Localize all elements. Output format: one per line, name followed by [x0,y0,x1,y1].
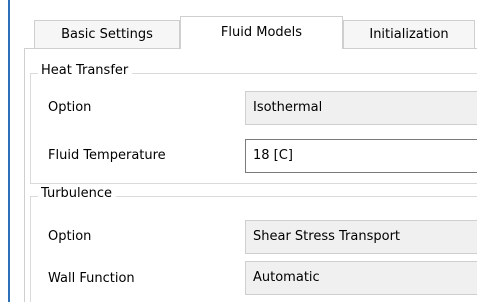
fluid-temperature-label: Fluid Temperature [48,148,166,163]
tab-bar: Basic Settings Fluid Models Initializati… [34,16,477,49]
fluid-temperature-input[interactable]: 18 [C] [245,139,477,173]
heat-transfer-option-label: Option [48,100,92,115]
tab-basic-settings[interactable]: Basic Settings [34,20,180,48]
heat-transfer-option-select[interactable]: Isothermal [245,91,477,125]
turbulence-group-title[interactable]: Turbulence [38,185,117,203]
turbulence-option-label: Option [48,229,92,244]
wall-function-label: Wall Function [48,271,135,286]
tab-initialization[interactable]: Initialization [343,20,475,48]
heat-transfer-group-title[interactable]: Heat Transfer [38,62,133,80]
fluid-models-dialog: Basic Settings Fluid Models Initializati… [0,0,477,302]
tab-fluid-models[interactable]: Fluid Models [180,16,343,49]
window-edge [8,0,10,302]
turbulence-option-select[interactable]: Shear Stress Transport [245,220,477,254]
wall-function-select[interactable]: Automatic [245,261,477,295]
